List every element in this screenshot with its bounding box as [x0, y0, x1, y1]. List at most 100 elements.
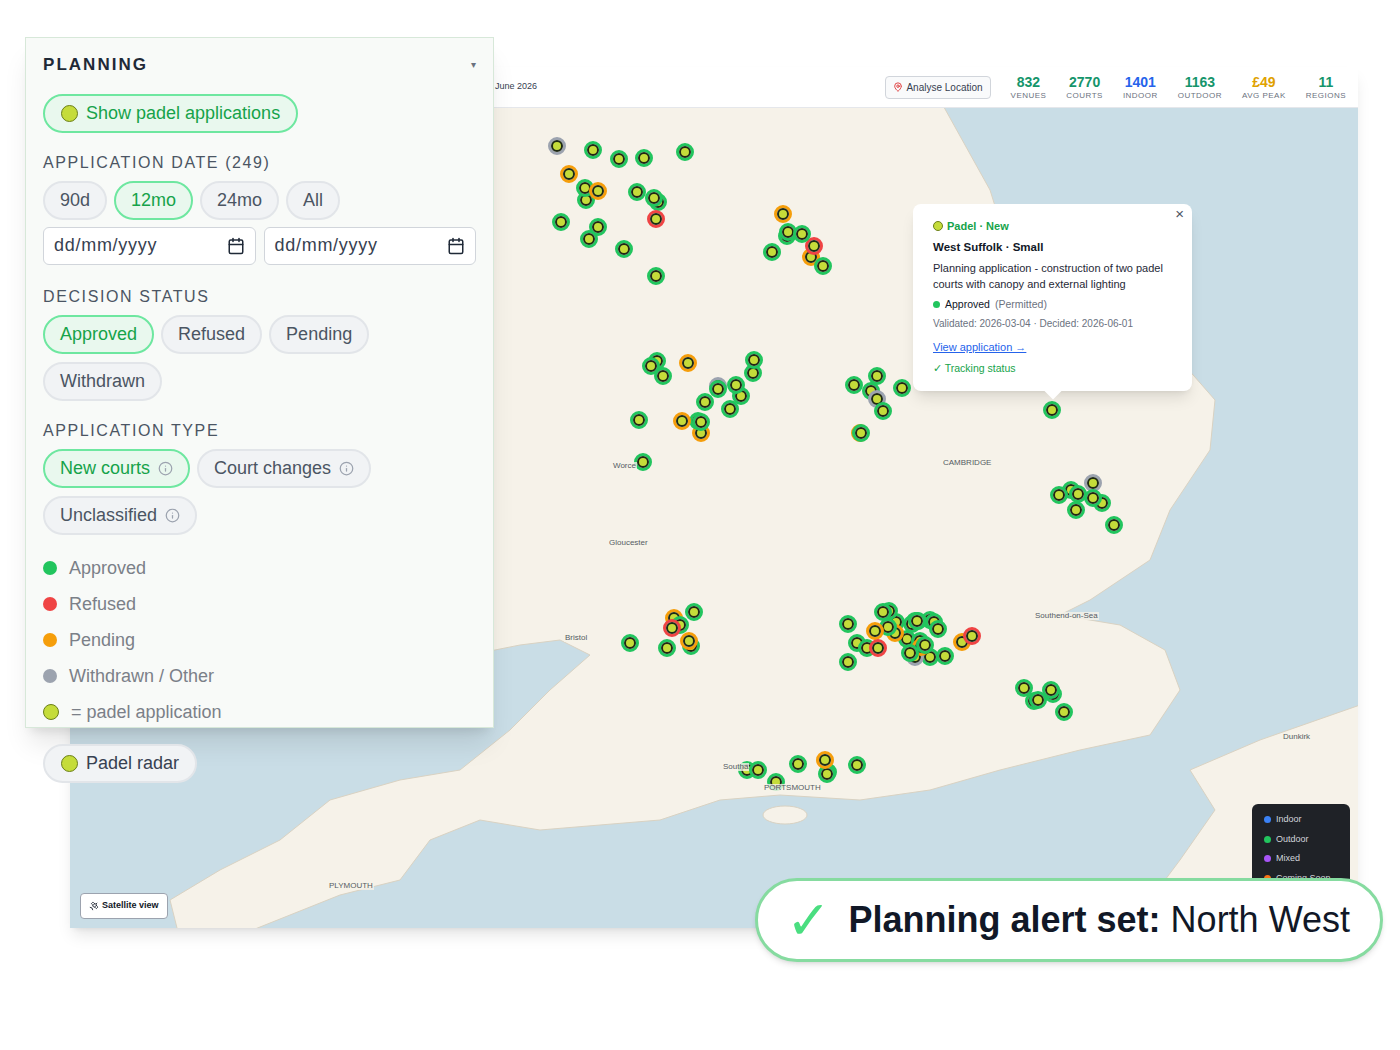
chip-label: 12mo — [131, 187, 176, 214]
toast-text: Planning alert set:North West — [849, 893, 1350, 947]
application-popup: × Padel · New West Suffolk · Small Planning… — [913, 204, 1192, 391]
stat-item: 1163OUTDOOR — [1178, 75, 1222, 100]
chip-label: Pending — [286, 321, 352, 348]
map-pin[interactable] — [658, 639, 676, 657]
satellite-view-button[interactable]: Satellite view — [80, 893, 168, 919]
map-pin[interactable] — [1105, 516, 1123, 534]
map-pin[interactable] — [1055, 703, 1073, 721]
collapse-icon[interactable]: ▾ — [471, 57, 476, 72]
map-pin[interactable] — [584, 141, 602, 159]
map-pin[interactable] — [852, 424, 870, 442]
map-pin[interactable] — [874, 603, 892, 621]
button-label: Satellite view — [102, 899, 159, 913]
map-pin[interactable] — [709, 380, 727, 398]
filter-chip[interactable]: 90d — [43, 181, 107, 220]
padel-radar-button[interactable]: Padel radar — [43, 744, 197, 783]
view-application-link[interactable]: View application → — [933, 339, 1172, 356]
type-dot-icon — [1264, 855, 1271, 862]
filter-chip[interactable]: New courts — [43, 449, 190, 488]
filter-chip[interactable]: Approved — [43, 315, 154, 354]
button-label: Analyse Location — [906, 80, 982, 95]
map-pin[interactable] — [589, 182, 607, 200]
date-range-chips: 90d 12mo 24moAll — [43, 181, 476, 220]
selected-map-pin[interactable] — [1043, 401, 1061, 419]
close-button[interactable]: × — [1175, 206, 1184, 221]
analyse-location-button[interactable]: Analyse Location — [885, 76, 990, 99]
map-pin[interactable] — [1067, 501, 1085, 519]
status-dot-icon — [933, 301, 940, 308]
map-pin[interactable] — [908, 612, 926, 630]
date-input[interactable]: dd/mm/yyyy — [264, 227, 477, 265]
stat-item: 11REGIONS — [1306, 75, 1346, 100]
legend-row: Refused — [43, 591, 476, 618]
map-pin[interactable] — [630, 411, 648, 429]
stat-label: VENUES — [1011, 92, 1047, 100]
popup-title: West Suffolk · Small — [933, 239, 1172, 256]
map-label: CAMBRIDGE — [942, 459, 992, 467]
legend-label: Refused — [69, 591, 136, 618]
map-pin[interactable] — [789, 755, 807, 773]
map-pin[interactable] — [645, 189, 663, 207]
filter-chip[interactable]: Court changes — [197, 449, 371, 488]
padel-toggle[interactable]: Show padel applications — [43, 94, 298, 133]
alert-toast: ✓Planning alert set:North West — [755, 878, 1383, 962]
filter-chip[interactable]: Unclassified — [43, 496, 197, 535]
calendar-icon[interactable] — [227, 237, 245, 255]
map-pin[interactable] — [663, 619, 681, 637]
map-pin[interactable] — [963, 627, 981, 645]
calendar-icon[interactable] — [447, 237, 465, 255]
map-pin[interactable] — [727, 376, 745, 394]
status-dot-icon — [43, 561, 57, 575]
filter-chip[interactable]: 12mo — [114, 181, 193, 220]
stat-value: 11 — [1318, 75, 1333, 89]
section-heading: DECISION STATUS — [43, 285, 476, 309]
map-pin[interactable] — [774, 205, 792, 223]
map-pin[interactable] — [676, 143, 694, 161]
map-pin[interactable] — [679, 354, 697, 372]
map-pin[interactable] — [548, 137, 566, 155]
popup-tag: Padel · New — [947, 218, 1009, 235]
panel-header[interactable]: PLANNING▾ — [43, 52, 476, 78]
map-label: Southend-on-Sea — [1034, 612, 1099, 620]
padel-ball-icon — [61, 755, 78, 772]
legend-row: Mixed — [1264, 852, 1338, 866]
map-pin[interactable] — [628, 183, 646, 201]
toast-bold: Planning alert set: — [849, 893, 1161, 947]
stat-label: COURTS — [1066, 92, 1103, 100]
map-pin[interactable] — [1050, 486, 1068, 504]
stat-value: 832 — [1017, 75, 1040, 89]
map-pin[interactable] — [1084, 489, 1102, 507]
map-pin[interactable] — [610, 150, 628, 168]
map-pin[interactable] — [647, 210, 665, 228]
map-pin[interactable] — [763, 243, 781, 261]
legend-row: Approved — [43, 555, 476, 582]
map-pin[interactable] — [560, 165, 578, 183]
map-pin[interactable] — [866, 622, 884, 640]
date-placeholder: dd/mm/yyyy — [54, 232, 157, 259]
filter-chip[interactable]: 24mo — [200, 181, 279, 220]
stat-label: INDOOR — [1123, 92, 1158, 100]
map-pin[interactable] — [816, 751, 834, 769]
popup-description: Planning application - construction of t… — [933, 260, 1172, 292]
padel-ball-icon — [43, 704, 59, 720]
date-input[interactable]: dd/mm/yyyy — [43, 227, 256, 265]
legend-label: Outdoor — [1276, 833, 1309, 847]
info-icon — [339, 461, 354, 476]
filter-chip[interactable]: All — [286, 181, 340, 220]
map-label: Gloucester — [608, 539, 649, 547]
map-pin[interactable] — [845, 376, 863, 394]
map-pin[interactable] — [839, 615, 857, 633]
map-pin[interactable] — [673, 412, 691, 430]
filter-chip[interactable]: Pending — [269, 315, 369, 354]
decision-chips: ApprovedRefused Pending Withdrawn — [43, 315, 476, 401]
filter-chip[interactable]: Refused — [161, 315, 262, 354]
map-label: Dunkirk — [1282, 733, 1311, 741]
filter-chip[interactable]: Withdrawn — [43, 362, 162, 401]
map-pin[interactable] — [685, 603, 703, 621]
legend-row: Withdrawn / Other — [43, 663, 476, 690]
info-icon — [165, 508, 180, 523]
chip-label: 90d — [60, 187, 90, 214]
map-pin[interactable] — [745, 351, 763, 369]
map-pin[interactable] — [848, 756, 866, 774]
map-pin[interactable] — [869, 639, 887, 657]
